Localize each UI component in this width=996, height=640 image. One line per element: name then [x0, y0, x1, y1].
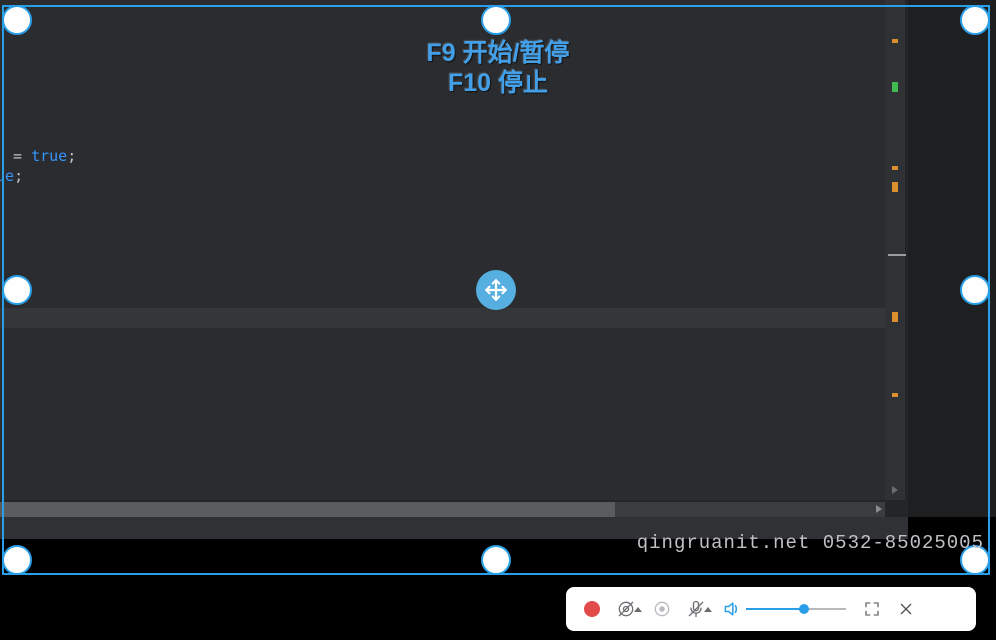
- overview-marker[interactable]: [892, 182, 898, 192]
- side-panel: [908, 0, 996, 517]
- recorder-toolbar: [566, 587, 976, 631]
- record-icon: [584, 601, 600, 617]
- overview-ruler[interactable]: [885, 0, 905, 500]
- watermark-text: qingruanit.net 0532-85025005: [637, 532, 984, 554]
- overview-marker[interactable]: [892, 82, 898, 92]
- resize-handle-ne[interactable]: [960, 5, 990, 35]
- volume-slider-fill: [746, 608, 804, 610]
- overview-viewport-indicator[interactable]: [888, 254, 906, 256]
- close-icon: [898, 601, 914, 617]
- resize-handle-n[interactable]: [481, 5, 511, 35]
- horizontal-scrollbar-thumb[interactable]: [0, 502, 615, 517]
- move-arrows-icon: [483, 277, 509, 303]
- editor-current-line: [0, 308, 885, 328]
- overview-marker[interactable]: [892, 312, 898, 322]
- pointer-target-icon: [652, 599, 672, 619]
- code-fragment: = true;: [4, 147, 76, 165]
- record-button[interactable]: [578, 595, 606, 623]
- scroll-right-arrow-icon[interactable]: [876, 505, 882, 513]
- editor-area: [0, 0, 908, 517]
- volume-slider-thumb[interactable]: [799, 604, 809, 614]
- fullscreen-icon: [863, 600, 881, 618]
- close-button[interactable]: [892, 595, 920, 623]
- overview-marker[interactable]: [892, 166, 898, 170]
- mic-off-icon: [686, 599, 706, 619]
- show-pointer-button[interactable]: [648, 595, 676, 623]
- editor-viewport[interactable]: [0, 0, 885, 500]
- resize-handle-e[interactable]: [960, 275, 990, 305]
- camera-menu-caret[interactable]: [634, 607, 642, 612]
- code-fragment: ue;: [0, 167, 23, 185]
- fullscreen-button[interactable]: [858, 595, 886, 623]
- scroll-corner-arrow-icon: [892, 486, 898, 494]
- overview-marker[interactable]: [892, 39, 898, 43]
- resize-handle-s[interactable]: [481, 545, 511, 575]
- system-audio-button[interactable]: [718, 595, 746, 623]
- mic-menu-caret[interactable]: [704, 607, 712, 612]
- resize-handle-sw[interactable]: [2, 545, 32, 575]
- overview-marker[interactable]: [892, 393, 898, 397]
- camera-off-icon: [616, 599, 636, 619]
- speaker-icon: [722, 599, 742, 619]
- volume-slider[interactable]: [746, 599, 846, 619]
- resize-handle-w[interactable]: [2, 275, 32, 305]
- move-region-handle[interactable]: [476, 270, 516, 310]
- resize-handle-nw[interactable]: [2, 5, 32, 35]
